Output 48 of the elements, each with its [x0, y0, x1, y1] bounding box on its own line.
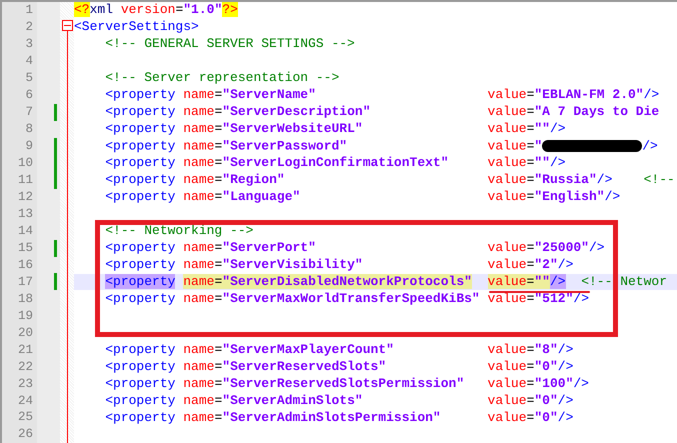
- code-line: <!-- GENERAL SERVER SETTINGS -->: [104, 38, 355, 50]
- code-line: <property name="ServerVisibility" value="2"/>: [104, 259, 574, 272]
- code-line: <property name="ServerMaxPlayerCount" value="8"/>: [104, 344, 574, 356]
- line-number: 1: [25, 4, 33, 17]
- code-line: <property name="ServerAdminSlots" value="0"/>: [104, 394, 574, 407]
- code-line: <property name="ServerName" value="EBLAN-FM 2.0"/>: [104, 89, 660, 102]
- line-number: 12: [18, 190, 33, 204]
- line-number: 18: [18, 292, 33, 306]
- code-line: <property name="ServerWebsiteURL" value=""/>: [104, 123, 566, 136]
- line-number: 25: [18, 411, 33, 424]
- line-number: 14: [18, 224, 33, 238]
- line-number: 5: [25, 72, 33, 85]
- line-number: 26: [18, 428, 33, 441]
- line-number: 19: [18, 310, 33, 322]
- line-number: 4: [25, 55, 33, 68]
- line-number: 2: [25, 21, 33, 34]
- line-number: 15: [18, 242, 33, 254]
- line-number: 24: [18, 394, 33, 408]
- code-line: <property name="ServerReservedSlots" value="0"/>: [104, 360, 574, 373]
- code-line: <property name="ServerReservedSlotsPermission" value="100"/>: [104, 378, 589, 390]
- line-number: 16: [18, 258, 33, 272]
- code-line: <ServerSettings>: [74, 21, 199, 34]
- line-number: 21: [18, 344, 33, 356]
- line-number: 17: [18, 276, 33, 288]
- line-number: 10: [18, 156, 33, 170]
- line-number: 3: [25, 38, 33, 51]
- code-line: <property name="ServerPort" value="25000"/>: [104, 242, 605, 254]
- line-number: 20: [18, 326, 33, 340]
- line-number: 9: [25, 140, 33, 152]
- collapse-button[interactable]: [62, 20, 72, 31]
- code-line: <property name="Region" value="Russia"/> <!--: [104, 174, 675, 186]
- line-number: 7: [25, 106, 33, 119]
- line-number: 13: [18, 208, 33, 220]
- line-number: 11: [18, 174, 33, 186]
- line-number: 6: [25, 89, 33, 102]
- line-number: 23: [18, 378, 33, 390]
- code-line: <property name="ServerMaxWorldTransferSpeedKiBs" value="512"/>: [104, 292, 589, 305]
- line-number: 22: [18, 360, 33, 374]
- code-line: <?xml version="1.0"?>: [74, 4, 238, 16]
- code-line: <!-- Networking -->: [104, 225, 254, 238]
- code-line: <property name="ServerAdminSlotsPermission" value="0"/>: [104, 412, 574, 424]
- code-line: <property name="Language" value="English"/>: [104, 191, 620, 204]
- code-line: <property name="ServerDisabledNetworkProtocols" value=""/> <!-- Networ: [104, 276, 668, 288]
- code-line: <property name="ServerPassword" value=" />: [104, 140, 658, 152]
- line-number: 8: [25, 123, 33, 136]
- code-line: <!-- Server representation -->: [104, 72, 340, 84]
- code-line: <property name="ServerDescription" value="A 7 Days to Die: [104, 106, 660, 118]
- code-line: <property name="ServerLoginConfirmationText" value=""/>: [104, 157, 566, 170]
